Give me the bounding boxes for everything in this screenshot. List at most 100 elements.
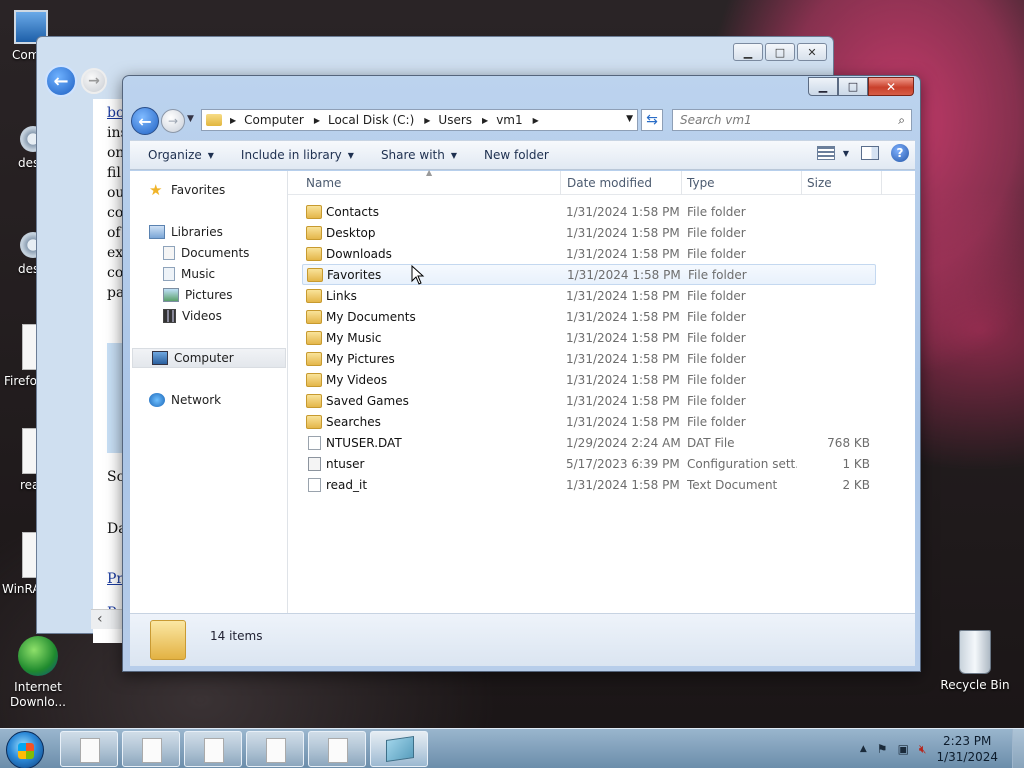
maximize-button[interactable]: □ (838, 77, 868, 96)
column-header-type[interactable]: Type (687, 176, 715, 190)
taskbar-button[interactable] (122, 731, 180, 767)
page-link-fragment[interactable]: Pr (107, 571, 123, 587)
share-label: Share with (380, 148, 445, 162)
list-item[interactable]: My Music 1/31/2024 1:58 PM File folder (302, 327, 876, 348)
recent-pages-dropdown[interactable]: ▼ (187, 114, 194, 124)
share-with-button[interactable]: Share with ▼ (372, 148, 466, 162)
browser-forward-button[interactable]: → (81, 68, 107, 94)
file-type: Text Document (687, 477, 778, 492)
column-header-size[interactable]: Size (807, 176, 832, 190)
search-input[interactable]: Search vm1 ⌕ (672, 109, 912, 131)
nav-label: Videos (182, 309, 222, 323)
include-in-library-button[interactable]: Include in library ▼ (232, 148, 363, 162)
minimize-button[interactable]: ▁ (808, 77, 838, 96)
breadcrumb-local-disk[interactable]: Local Disk (C:) (328, 113, 414, 127)
close-button[interactable]: ✕ (868, 77, 914, 96)
organize-button[interactable]: Organize ▼ (139, 148, 223, 162)
column-header-name[interactable]: Name (306, 176, 341, 190)
new-folder-button[interactable]: New folder (475, 148, 558, 162)
action-center-flag-icon[interactable]: ⚑ (877, 742, 888, 756)
chevron-right-icon[interactable]: ▶ (230, 116, 236, 125)
desktop-icon-internet-download-manager[interactable]: Internet Downlo... (0, 636, 76, 710)
taskbar-button[interactable] (184, 731, 242, 767)
refresh-button[interactable]: ⇆ (641, 109, 663, 131)
scroll-left-icon[interactable]: ‹ (97, 611, 103, 627)
browser-back-button[interactable]: ← (45, 65, 77, 97)
explorer-window[interactable]: ▁ □ ✕ ← → ▼ ▶ Computer ▶ Local Disk (C:)… (122, 75, 921, 672)
forward-button[interactable]: → (161, 109, 185, 133)
file-name: My Documents (326, 309, 416, 324)
show-desktop-button[interactable] (1012, 729, 1024, 768)
list-item[interactable]: Contacts 1/31/2024 1:58 PM File folder (302, 201, 876, 222)
taskbar-button[interactable] (308, 731, 366, 767)
chevron-right-icon[interactable]: ▶ (424, 116, 430, 125)
taskbar-button[interactable] (246, 731, 304, 767)
back-button[interactable]: ← (131, 107, 159, 135)
nav-network[interactable]: Network (149, 390, 221, 410)
chevron-right-icon[interactable]: ▶ (533, 116, 539, 125)
chevron-right-icon[interactable]: ▶ (314, 116, 320, 125)
maximize-button[interactable]: □ (765, 43, 795, 61)
nav-videos[interactable]: Videos (163, 306, 222, 326)
list-item[interactable]: Desktop 1/31/2024 1:58 PM File folder (302, 222, 876, 243)
clock-time: 2:23 PM (943, 734, 992, 748)
nav-documents[interactable]: Documents (163, 243, 249, 263)
nav-pictures[interactable]: Pictures (163, 285, 233, 305)
close-button[interactable]: ✕ (797, 43, 827, 61)
page-text-fragment: ex (107, 245, 124, 261)
file-type: File folder (687, 225, 746, 240)
search-icon[interactable]: ⌕ (898, 113, 905, 128)
file-type: File folder (687, 414, 746, 429)
nav-libraries[interactable]: Libraries (149, 222, 223, 242)
chevron-down-icon[interactable]: ▼ (626, 114, 633, 124)
search-placeholder: Search vm1 (680, 113, 752, 127)
folder-icon (206, 114, 222, 126)
list-item[interactable]: Downloads 1/31/2024 1:58 PM File folder (302, 243, 876, 264)
nav-computer[interactable]: Computer (132, 348, 286, 368)
list-item[interactable]: ntuser 5/17/2023 6:39 PM Configuration s… (302, 453, 876, 474)
windows-logo-icon (18, 743, 34, 759)
documents-icon (163, 246, 175, 260)
list-item[interactable]: NTUSER.DAT 1/29/2024 2:24 AM DAT File 76… (302, 432, 876, 453)
volume-muted-icon[interactable]: 🔇︎ (919, 742, 927, 757)
minimize-button[interactable]: ▁ (733, 43, 763, 61)
file-date: 1/31/2024 1:58 PM (566, 246, 680, 261)
file-type: DAT File (687, 435, 735, 450)
file-name: Contacts (326, 204, 379, 219)
clock[interactable]: 2:23 PM 1/31/2024 (936, 733, 998, 765)
file-size: 768 KB (827, 435, 870, 450)
list-item[interactable]: Favorites 1/31/2024 1:58 PM File folder (302, 264, 876, 285)
libraries-icon (149, 225, 165, 239)
nav-favorites[interactable]: ★ Favorites (149, 180, 225, 200)
taskbar-button-explorer[interactable] (370, 731, 428, 767)
change-view-button[interactable]: ▼ (816, 146, 849, 160)
system-tray: ▲ ⚑ ▣ 🔇︎ 2:23 PM 1/31/2024 (860, 729, 1024, 768)
breadcrumb-vm1[interactable]: vm1 (496, 113, 522, 127)
column-header-date[interactable]: Date modified (567, 176, 652, 190)
list-item[interactable]: Searches 1/31/2024 1:58 PM File folder (302, 411, 876, 432)
file-date: 1/31/2024 1:58 PM (566, 204, 680, 219)
chevron-down-icon: ▼ (450, 150, 457, 160)
chevron-right-icon[interactable]: ▶ (482, 116, 488, 125)
list-item[interactable]: My Documents 1/31/2024 1:58 PM File fold… (302, 306, 876, 327)
desktop-icon-recycle-bin[interactable]: Recycle Bin (937, 630, 1013, 693)
list-item[interactable]: Links 1/31/2024 1:58 PM File folder (302, 285, 876, 306)
file-type: File folder (687, 351, 746, 366)
list-item[interactable]: My Pictures 1/31/2024 1:58 PM File folde… (302, 348, 876, 369)
list-item[interactable]: Saved Games 1/31/2024 1:58 PM File folde… (302, 390, 876, 411)
list-item[interactable]: read_it 1/31/2024 1:58 PM Text Document … (302, 474, 876, 495)
file-date: 1/31/2024 1:58 PM (566, 330, 680, 345)
taskbar-button[interactable] (60, 731, 118, 767)
show-hidden-icons-icon[interactable]: ▲ (860, 744, 867, 754)
address-bar[interactable]: ▶ Computer ▶ Local Disk (C:) ▶ Users ▶ v… (201, 109, 638, 131)
file-date: 1/31/2024 1:58 PM (566, 351, 680, 366)
help-icon[interactable]: ? (891, 144, 909, 162)
file-date: 1/31/2024 1:58 PM (566, 288, 680, 303)
preview-pane-icon[interactable] (861, 146, 879, 160)
network-icon[interactable]: ▣ (898, 742, 909, 756)
breadcrumb-users[interactable]: Users (438, 113, 472, 127)
breadcrumb-computer[interactable]: Computer (244, 113, 304, 127)
start-button[interactable] (6, 731, 44, 768)
list-item[interactable]: My Videos 1/31/2024 1:58 PM File folder (302, 369, 876, 390)
nav-music[interactable]: Music (163, 264, 215, 284)
